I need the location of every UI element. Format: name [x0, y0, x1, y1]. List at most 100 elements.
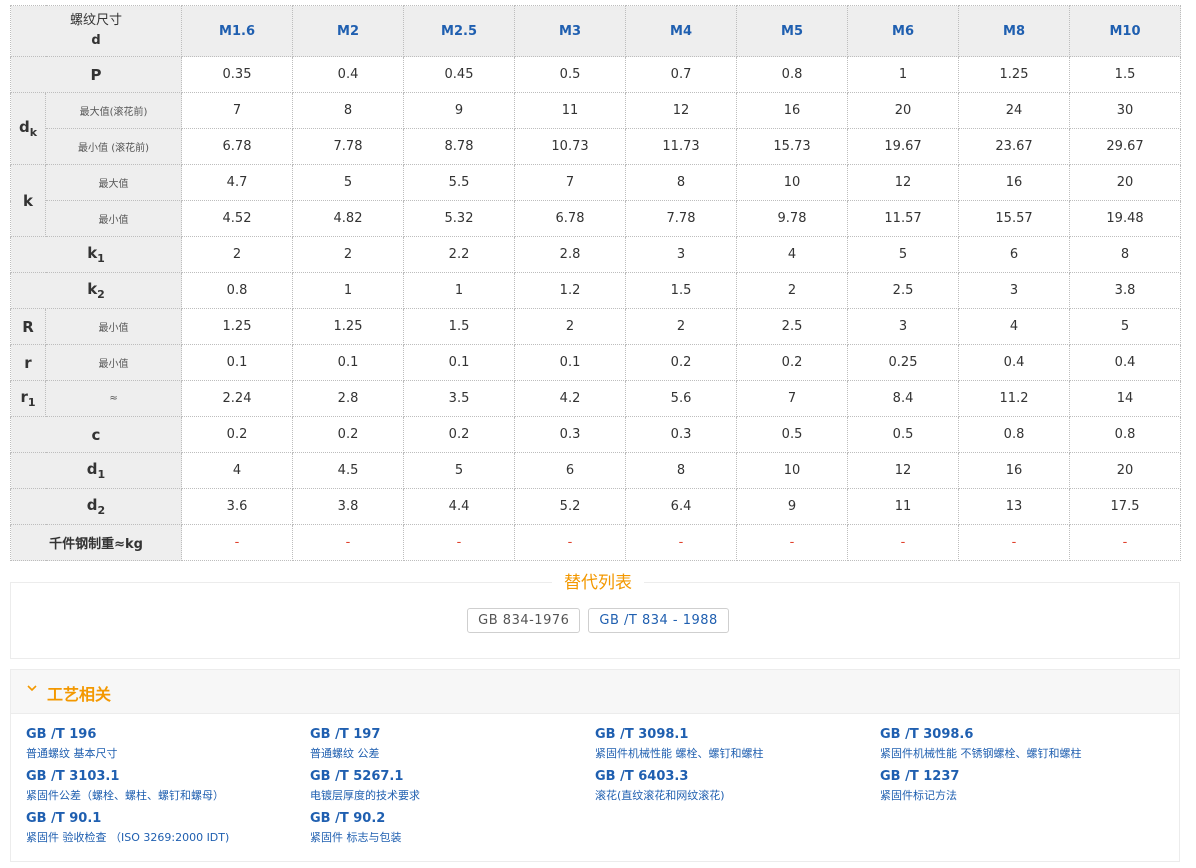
craft-link-item[interactable]: GB /T 90.2 紧固件 标志与包装 [310, 810, 590, 846]
craft-standard-title[interactable]: 普通螺纹 基本尺寸 [26, 746, 306, 762]
craft-link-item[interactable]: GB /T 6403.3 滚花(直纹滚花和网纹滚花) [595, 768, 875, 804]
table-cell: 2 [625, 308, 738, 345]
table-cell: 15.57 [958, 200, 1071, 237]
table-cell: 7.78 [292, 128, 405, 165]
row-symbol: d [86, 496, 98, 514]
table-cell: 12 [847, 452, 960, 489]
craft-standard-title[interactable]: 普通螺纹 公差 [310, 746, 590, 762]
table-cell: 3.8 [1069, 272, 1182, 309]
size-header[interactable]: M1.6 [181, 5, 294, 57]
craft-standard-code[interactable]: GB /T 6403.3 [595, 768, 875, 786]
craft-link-item[interactable]: GB /T 5267.1 电镀层厚度的技术要求 [310, 768, 590, 804]
table-cell: 2.2 [403, 236, 516, 273]
corner-symbol: d [91, 33, 101, 48]
craft-standard-code[interactable]: GB /T 3098.1 [595, 726, 875, 744]
row-sub-label: 最大值 [44, 164, 183, 201]
alternatives-tags: GB 834-1976 GB /T 834 - 1988 [0, 608, 1196, 633]
size-header[interactable]: M8 [958, 5, 1071, 57]
table-cell: 0.1 [403, 344, 516, 381]
table-cell: 0.8 [736, 56, 849, 93]
row-label-k1: k1 [9, 236, 183, 273]
row-symbol: r [24, 353, 32, 372]
size-header[interactable]: M2.5 [403, 5, 516, 57]
craft-standard-title[interactable]: 紧固件标记方法 [880, 788, 1160, 804]
table-row: r 最小值 0.1 0.1 0.1 0.1 0.2 0.2 0.25 0.4 0.4 [10, 344, 1182, 381]
table-cell: 5 [1069, 308, 1182, 345]
table-cell: - [403, 524, 516, 561]
table-cell: 12 [847, 164, 960, 201]
table-row: k1 2 2 2.2 2.8 3 4 5 6 8 [9, 236, 1182, 273]
table-cell: 3.8 [292, 488, 405, 525]
table-cell: 11.2 [958, 380, 1071, 417]
table-cell: - [514, 524, 627, 561]
table-cell: 0.1 [292, 344, 405, 381]
size-header[interactable]: M6 [847, 5, 960, 57]
size-header[interactable]: M4 [625, 5, 738, 57]
row-symbol-subscript: 1 [97, 252, 105, 265]
table-row: r1 ≈2.24 2.8 3.5 4.2 5.6 7 8.4 11.2 14 [10, 380, 1182, 417]
craft-standard-title[interactable]: 紧固件机械性能 螺栓、螺钉和螺柱 [595, 746, 875, 762]
table-cell: 7 [181, 92, 294, 129]
craft-standard-title[interactable]: 紧固件 标志与包装 [310, 830, 590, 846]
table-cell: 8 [625, 452, 738, 489]
size-header[interactable]: M3 [514, 5, 627, 57]
table-cell: 4 [736, 236, 849, 273]
table-cell: 0.2 [292, 416, 405, 453]
corner-header: 螺纹尺寸 d [9, 5, 183, 57]
craft-link-item[interactable]: GB /T 3098.1 紧固件机械性能 螺栓、螺钉和螺柱 [595, 726, 875, 762]
size-header[interactable]: M10 [1069, 5, 1182, 57]
table-cell: 2 [292, 236, 405, 273]
craft-standard-code[interactable]: GB /T 3098.6 [880, 726, 1160, 744]
craft-standard-code[interactable]: GB /T 90.2 [310, 810, 590, 828]
corner-label: 螺纹尺寸 [70, 13, 123, 28]
table-cell: 7 [514, 164, 627, 201]
table-cell: 8.78 [403, 128, 516, 165]
table-cell: 0.8 [1069, 416, 1182, 453]
table-cell: 0.1 [181, 344, 294, 381]
table-cell: 20 [847, 92, 960, 129]
craft-link-item[interactable]: GB /T 3098.6 紧固件机械性能 不锈钢螺栓、螺钉和螺柱 [880, 726, 1160, 762]
alt-tag-gbt834-1988[interactable]: GB /T 834 - 1988 [588, 608, 729, 633]
dimension-table: 螺纹尺寸 d M1.6 M2 M2.5 M3 M4 M5 M6 M8 M10 P 0.35 0.4 0.45… [9, 5, 1182, 561]
craft-standard-code[interactable]: GB /T 5267.1 [310, 768, 590, 786]
craft-standard-code[interactable]: GB /T 1237 [880, 768, 1160, 786]
size-header[interactable]: M5 [736, 5, 849, 57]
row-label-dk: dk [10, 92, 46, 165]
size-header[interactable]: M2 [292, 5, 405, 57]
row-sub-label: 最大值(滚花前) [44, 92, 183, 129]
craft-header[interactable]: 工艺相关 [11, 670, 1179, 714]
row-sub-label: 最小值 [44, 200, 183, 237]
craft-standard-code[interactable]: GB /T 197 [310, 726, 590, 744]
alt-tag-gb834-1976[interactable]: GB 834-1976 [467, 608, 581, 633]
craft-standard-code[interactable]: GB /T 90.1 [26, 810, 306, 828]
table-cell: 4 [181, 452, 294, 489]
craft-link-item[interactable]: GB /T 90.1 紧固件 验收检查 （ISO 3269:2000 IDT) [26, 810, 306, 846]
table-cell: 11.57 [847, 200, 960, 237]
table-cell: 20 [1069, 164, 1182, 201]
craft-standard-title[interactable]: 滚花(直纹滚花和网纹滚花) [595, 788, 875, 804]
table-cell: 0.3 [514, 416, 627, 453]
table-cell: 10 [736, 452, 849, 489]
table-cell: 5.5 [403, 164, 516, 201]
table-cell: 4 [958, 308, 1071, 345]
table-cell: - [181, 524, 294, 561]
table-cell: 3 [847, 308, 960, 345]
craft-standard-title[interactable]: 紧固件机械性能 不锈钢螺栓、螺钉和螺柱 [880, 746, 1160, 762]
craft-link-item[interactable]: GB /T 197 普通螺纹 公差 [310, 726, 590, 762]
table-row: d1 4 4.5 5 6 8 10 12 16 20 [9, 452, 1182, 489]
craft-standard-title[interactable]: 紧固件公差（螺栓、螺柱、螺钉和螺母） [26, 788, 306, 804]
table-cell: 4.52 [181, 200, 294, 237]
craft-link-item[interactable]: GB /T 3103.1 紧固件公差（螺栓、螺柱、螺钉和螺母） [26, 768, 306, 804]
table-row: 千件钢制重≈kg - - - - - - - - - [9, 524, 1182, 561]
craft-standard-title[interactable]: 电镀层厚度的技术要求 [310, 788, 590, 804]
row-label-r: r [10, 344, 46, 381]
row-symbol: d [86, 460, 98, 478]
craft-standard-code[interactable]: GB /T 3103.1 [26, 768, 306, 786]
table-cell: 0.7 [625, 56, 738, 93]
craft-link-item[interactable]: GB /T 196 普通螺纹 基本尺寸 [26, 726, 306, 762]
craft-standard-code[interactable]: GB /T 196 [26, 726, 306, 744]
table-cell: 8 [1069, 236, 1182, 273]
table-cell: 8.4 [847, 380, 960, 417]
craft-standard-title[interactable]: 紧固件 验收检查 （ISO 3269:2000 IDT) [26, 830, 306, 846]
craft-link-item[interactable]: GB /T 1237 紧固件标记方法 [880, 768, 1160, 804]
